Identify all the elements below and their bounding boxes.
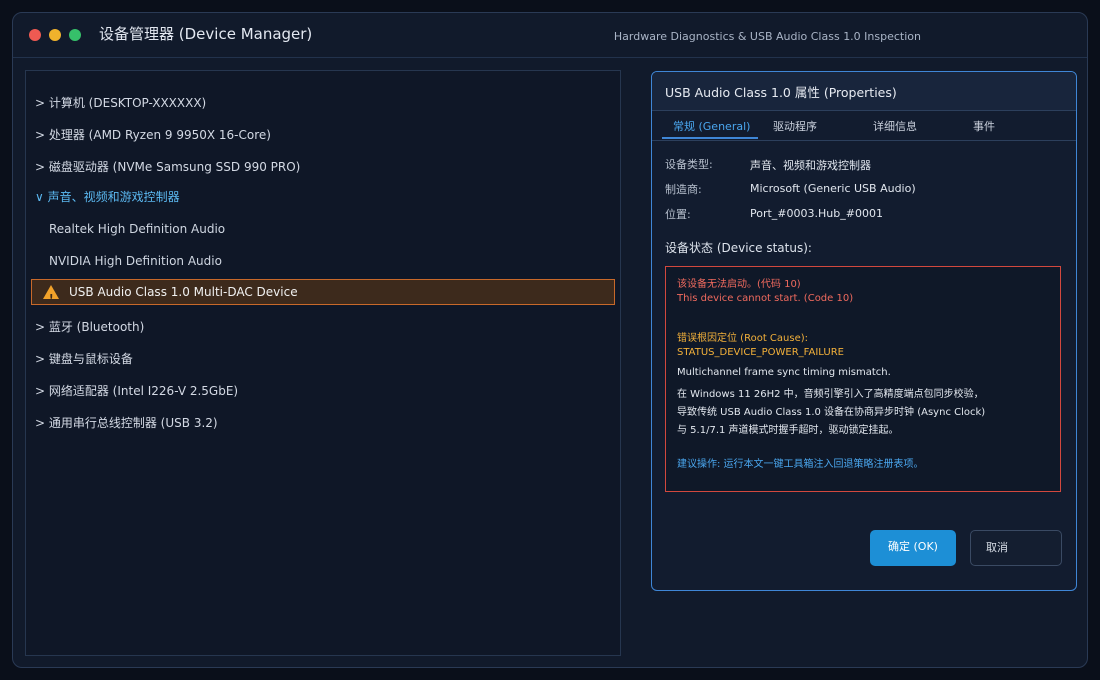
window-subtitle: Hardware Diagnostics & USB Audio Class 1… [613,30,921,43]
tab-driver[interactable]: 驱动程序 [773,118,817,134]
device-tree: > 计算机 (DESKTOP-XXXXXX) > 处理器 (AMD Ryzen … [25,70,621,656]
status-body-line: Multichannel frame sync timing mismatch. [677,367,891,378]
manufacturer-label: 制造商: [665,183,702,196]
device-status-heading: 设备状态 (Device status): [665,241,812,255]
tab-events[interactable]: 事件 [973,118,995,134]
device-type-value: 声音、视频和游戏控制器 [750,159,871,172]
dialog-header: USB Audio Class 1.0 属性 (Properties) [652,72,1076,111]
tree-item-computer[interactable]: > 计算机 (DESKTOP-XXXXXX) [35,94,206,111]
tree-item-realtek-audio[interactable]: Realtek High Definition Audio [49,222,225,236]
root-cause-heading: 错误根因定位 (Root Cause): [677,333,808,344]
active-tab-indicator [662,137,758,139]
device-manager-window: 设备管理器 (Device Manager) Hardware Diagnost… [12,12,1088,668]
dialog-title: USB Audio Class 1.0 属性 (Properties) [665,85,897,100]
status-body-line: 与 5.1/7.1 声道模式时握手超时，驱动锁定挂起。 [677,425,899,436]
cancel-button[interactable]: 取消 [970,530,1062,566]
manufacturer-value: Microsoft (Generic USB Audio) [750,182,916,195]
tree-item-usb-audio-selected[interactable]: USB Audio Class 1.0 Multi-DAC Device [31,279,615,311]
status-body-line: 导致传统 USB Audio Class 1.0 设备在协商异步时钟 (Asyn… [677,407,986,418]
status-body-line: 在 Windows 11 26H2 中，音频引擎引入了高精度端点包同步校验， [677,389,984,400]
tab-details[interactable]: 详细信息 [873,118,917,134]
tree-item-keyboards-mice[interactable]: > 键盘与鼠标设备 [35,350,133,367]
tree-item-disk-drives[interactable]: > 磁盘驱动器 (NVMe Samsung SSD 990 PRO) [35,158,300,175]
close-window-button[interactable] [29,29,41,41]
location-label: 位置: [665,208,691,221]
dialog-tabs: 常规 (General) 驱动程序 详细信息 事件 [652,110,1076,141]
tree-item-label: USB Audio Class 1.0 Multi-DAC Device [69,285,298,299]
tree-item-bluetooth[interactable]: > 蓝牙 (Bluetooth) [35,318,144,335]
minimize-window-button[interactable] [49,29,61,41]
tree-item-nvidia-audio[interactable]: NVIDIA High Definition Audio [49,254,222,268]
tree-item-usb-controllers[interactable]: > 通用串行总线控制器 (USB 3.2) [35,414,218,431]
window-title: 设备管理器 (Device Manager) [99,25,313,43]
suggested-action: 建议操作: 运行本文一键工具箱注入回退策略注册表项。 [677,459,924,470]
tree-item-network-adapters[interactable]: > 网络适配器 (Intel I226-V 2.5GbE) [35,382,238,399]
title-bar: 设备管理器 (Device Manager) Hardware Diagnost… [13,13,1087,58]
warning-icon [43,285,59,311]
tree-item-processor[interactable]: > 处理器 (AMD Ryzen 9 9950X 16-Core) [35,126,271,143]
status-error-en: This device cannot start. (Code 10) [677,293,854,304]
status-error-cn: 该设备无法启动。(代码 10) [677,279,801,290]
location-value: Port_#0003.Hub_#0001 [750,207,883,220]
root-cause-code: STATUS_DEVICE_POWER_FAILURE [677,347,844,358]
properties-dialog: USB Audio Class 1.0 属性 (Properties) 常规 (… [651,71,1077,591]
tab-general[interactable]: 常规 (General) [673,118,750,134]
tree-item-sound-video-game-controllers[interactable]: ∨ 声音、视频和游戏控制器 [35,188,180,205]
maximize-window-button[interactable] [69,29,81,41]
ok-button[interactable]: 确定 (OK) [870,530,956,566]
device-type-label: 设备类型: [665,158,713,171]
device-status-box[interactable]: 该设备无法启动。(代码 10) This device cannot start… [665,266,1061,492]
